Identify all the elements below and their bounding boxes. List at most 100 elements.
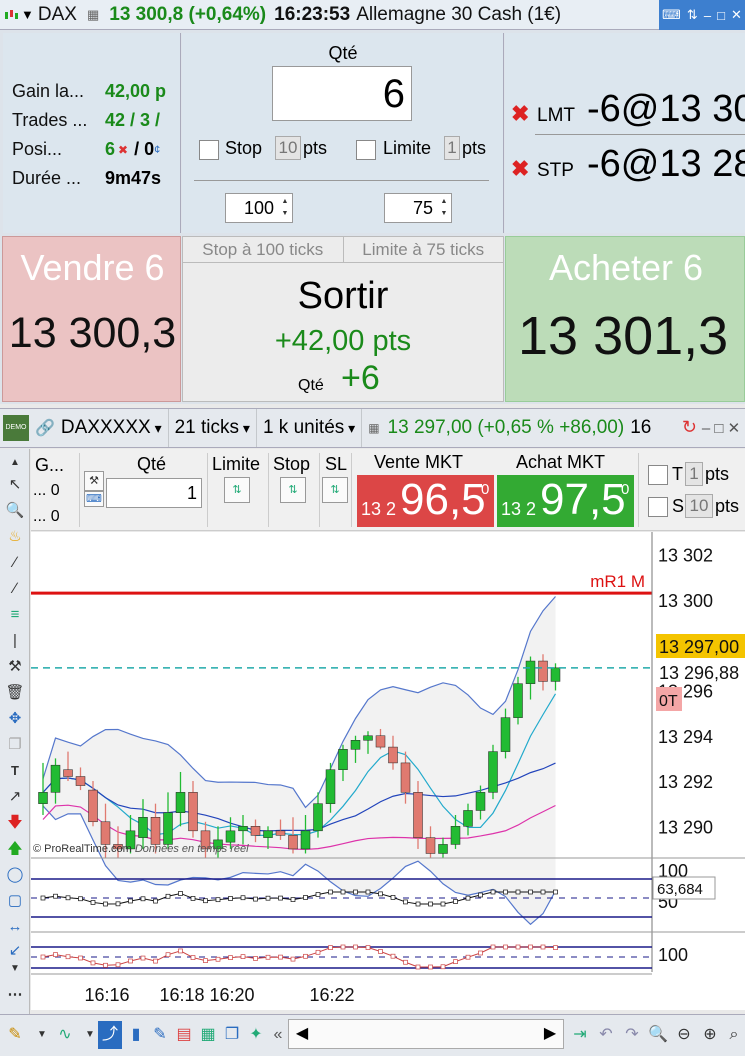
candle[interactable] [400,762,411,793]
interval-select[interactable]: 21 ticks [169,409,257,447]
line-icon[interactable]: ∕ [3,577,27,601]
chevron-down-icon[interactable]: ▼ [21,7,34,22]
trash-icon[interactable]: 🗑 [3,681,27,705]
move-icon[interactable]: ✥ [3,707,27,731]
candle[interactable] [475,792,486,811]
more-icon[interactable]: ⋯ [3,983,27,1007]
t-pts-input[interactable]: 1 [685,462,703,486]
pin-icon[interactable]: ⇅ [687,7,698,23]
units-select[interactable]: 1 k unités [257,409,363,447]
limit-order-icon[interactable]: ⇅ [224,477,250,503]
candle[interactable] [88,789,98,823]
candle[interactable] [300,830,311,850]
candle[interactable] [450,826,461,845]
tab-stop-ticks[interactable]: Stop à 100 ticks [183,237,343,262]
refresh-icon[interactable]: ↻ [682,417,697,438]
candle[interactable] [138,817,148,838]
draw-pencil-icon[interactable]: ✎ [3,1021,27,1049]
sell-market-button[interactable]: 13 2 96,5 0 [357,475,494,527]
candle[interactable] [500,717,511,752]
candle[interactable] [375,735,386,748]
zoom-in-icon[interactable]: ⊕ [698,1021,722,1049]
keyboard-icon[interactable]: ⌨ [662,7,681,23]
rectangle-icon[interactable]: ▢ [3,889,27,913]
report-icon[interactable]: ▤ [172,1021,196,1049]
stop-order-icon[interactable]: ⇅ [280,477,306,503]
candle[interactable] [438,844,448,854]
indicator-icon[interactable]: ∿ [53,1021,77,1049]
candle[interactable] [388,746,398,764]
candle[interactable] [50,764,61,793]
settings-wrench-icon[interactable]: ⚒ [84,471,104,491]
candle[interactable] [350,740,361,750]
candle[interactable] [513,683,523,718]
window-icon[interactable]: ❐ [220,1021,244,1049]
close-icon[interactable]: ✕ [728,420,741,437]
info-icon[interactable]: ▦ [368,421,379,435]
keyboard-icon[interactable]: ⌨ [84,491,104,507]
vertical-line-icon[interactable]: | [3,629,27,653]
close-position-icon[interactable]: ✖ [118,143,128,157]
link-icon[interactable]: 🔗 [35,418,55,438]
chevron-down-icon[interactable]: ▼ [30,1021,54,1049]
candle[interactable] [150,817,161,845]
candle[interactable] [413,792,423,838]
arrow-line-icon[interactable]: ↗ [3,785,27,809]
segment-icon[interactable]: ∕ [3,551,27,575]
double-left-icon[interactable]: « [266,1021,290,1049]
orderbook-icon[interactable]: ▦ [196,1021,220,1049]
candle[interactable] [63,769,73,777]
stepper-arrows-icon[interactable]: ▲ ▼ [279,196,291,220]
candle[interactable] [338,749,348,770]
chart-qty-input[interactable]: 1 [106,478,202,508]
scroll-right-icon[interactable]: ▶ [537,1020,563,1048]
zoom-out-icon[interactable]: ⊖ [672,1021,696,1049]
candle[interactable] [250,826,261,836]
range-icon[interactable]: ↔ [3,915,27,939]
tab-limit-ticks[interactable]: Limite à 75 ticks [342,237,504,262]
minimize-icon[interactable]: – [702,420,710,437]
buy-button[interactable]: Acheter 6 13 301,3 [505,236,745,402]
candle[interactable] [525,660,536,684]
scroll-left-icon[interactable]: ◀ [289,1020,315,1048]
copy-icon[interactable]: ❐ [3,733,27,757]
layout-icon[interactable]: ▮ [124,1021,148,1049]
qty-input[interactable]: 6 [272,66,412,121]
redo-icon[interactable]: ↷ [620,1021,644,1049]
candle[interactable] [288,835,298,850]
collapse-up-icon[interactable]: ▲ [3,451,27,475]
stepper-arrows-icon[interactable]: ▲ ▼ [438,196,450,220]
stop-limit-order-icon[interactable]: ⇅ [322,477,348,503]
autoscroll-icon[interactable]: ⇥ [568,1021,592,1049]
share-icon[interactable]: ⤴ [98,1021,122,1049]
limit-pts-input[interactable]: 1 [444,136,460,160]
zoom-icon[interactable]: 🔍 [3,499,27,523]
stop-pts-input[interactable]: 10 [275,136,301,160]
candle[interactable] [275,830,286,836]
fibonacci-icon[interactable]: ≡ [3,603,27,627]
candle[interactable] [163,812,173,845]
t-checkbox[interactable] [648,465,668,485]
wizard-icon[interactable]: ✦ [244,1021,268,1049]
maximize-icon[interactable]: □ [717,8,725,23]
candle[interactable] [363,735,373,741]
candle[interactable] [325,769,336,804]
price-chart[interactable]: mR1 M 13 30213 30013 29813 29613 29413 2… [31,532,745,1010]
info-icon[interactable]: ▦ [87,7,99,23]
cancel-stp-icon[interactable]: ✖ [511,156,537,182]
stop-checkbox[interactable] [199,140,219,160]
candle[interactable] [550,667,561,682]
candle[interactable] [38,792,48,804]
tools-icon[interactable]: ⚒ [3,655,27,679]
exit-button[interactable]: Sortir [183,275,503,318]
limit-checkbox[interactable] [356,140,376,160]
candle[interactable] [238,826,248,832]
candle[interactable] [425,837,436,854]
alert-bell-icon[interactable]: ♨ [3,525,27,549]
text-icon[interactable]: T [3,759,27,783]
maximize-icon[interactable]: □ [714,420,723,437]
zoom-reset-icon[interactable]: ⌕ [722,1021,745,1049]
minimize-icon[interactable]: – [704,8,711,23]
collapse-down-icon[interactable]: ▼ [3,957,27,981]
comment-icon[interactable]: ✎ [148,1021,172,1049]
